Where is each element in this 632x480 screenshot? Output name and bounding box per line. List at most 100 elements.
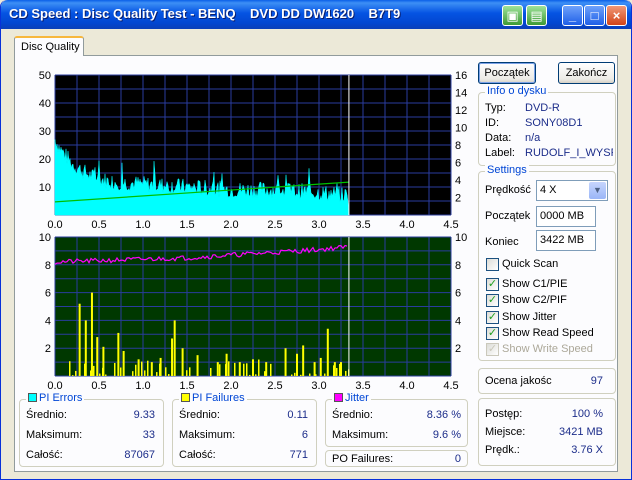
x-tick-label: 2.5 (267, 219, 282, 231)
y-tick-label-right: 10 (455, 123, 467, 135)
pif-bar (252, 359, 254, 376)
y-tick-label-left: 40 (39, 98, 51, 110)
x-tick-label: 2.0 (223, 380, 238, 392)
quality-value: 97 (590, 375, 603, 387)
quick-scan-label[interactable]: Quick Scan (502, 258, 558, 270)
quick-scan-checkbox[interactable] (486, 258, 499, 271)
show-checkbox-label[interactable]: Show Jitter (502, 311, 556, 323)
close-button[interactable]: × (606, 5, 627, 26)
pif-bar (181, 348, 184, 376)
show-checkbox-label[interactable]: Show C2/PIF (502, 294, 567, 306)
pif-noise-bar (246, 363, 248, 376)
stat-value: 6 (301, 429, 308, 441)
pif-noise-bar (105, 374, 107, 376)
disc-info-legend: Info o dysku (485, 85, 549, 97)
po-failures-label: PO Failures: (332, 453, 394, 465)
minimize-button[interactable]: _ (562, 5, 583, 26)
pif-noise-bar (270, 363, 272, 376)
app-window: CD Speed : Disc Quality Test - BENQ DVD … (0, 0, 632, 480)
x-tick-label: 4.0 (399, 219, 414, 231)
stat-value: 33 (142, 429, 155, 441)
pif-noise-bar (168, 374, 170, 376)
pi-failures-swatch (181, 393, 190, 402)
maximize-button[interactable]: □ (584, 5, 605, 26)
show-checkbox-label[interactable]: Show Read Speed (502, 327, 594, 339)
pif-bar (296, 353, 298, 376)
y-tick-label-left: 30 (39, 126, 51, 138)
x-tick-label: 4.0 (399, 380, 414, 392)
pif-bar (84, 320, 87, 376)
jitter-legend: Jitter (332, 392, 371, 404)
pif-bar (265, 362, 268, 376)
x-tick-label: 0.5 (91, 219, 106, 231)
show-checkbox-label[interactable]: Show C1/PIE (502, 278, 567, 290)
y-tick-label-right: 12 (455, 105, 467, 117)
x-tick-label: 4.5 (443, 219, 458, 231)
show-checkbox[interactable]: ✓ (486, 326, 499, 340)
pif-noise-bar (336, 368, 338, 376)
y-tick-label-right: 8 (455, 140, 461, 152)
start-mb-label: Początek (485, 210, 531, 222)
x-tick-label: 3.0 (311, 380, 326, 392)
y-tick-label-left: 4 (45, 315, 51, 327)
pif-noise-bar (210, 367, 212, 376)
pif-noise-bar (228, 361, 230, 376)
y-tick-label-left: 2 (45, 343, 51, 355)
save-icon[interactable]: ▤ (526, 5, 547, 26)
pif-noise-bar (75, 370, 77, 376)
y-tick-label-right: 16 (455, 70, 467, 82)
pif-noise-bar (165, 367, 167, 376)
x-tick-label: 3.5 (355, 219, 370, 231)
pif-bar (150, 362, 153, 376)
stat-label: Całość: (26, 449, 63, 461)
pif-bar (216, 362, 219, 376)
pif-bar (302, 345, 305, 376)
end-mb-input[interactable]: 3422 MB (536, 230, 596, 251)
y-tick-label-left: 50 (39, 70, 51, 82)
speed-select[interactable]: 4 X ▼ (536, 180, 608, 201)
pif-noise-bar (309, 373, 311, 376)
start-button[interactable]: Początek (478, 62, 536, 84)
tab-disc-quality[interactable]: Disc Quality (14, 36, 84, 56)
show-checkbox[interactable]: ✓ (486, 294, 499, 308)
pif-bar (333, 362, 336, 376)
show-checkbox[interactable]: ✓ (486, 278, 499, 291)
pif-bar (90, 292, 93, 376)
pif-noise-bar (258, 359, 260, 376)
pif-noise-bar (144, 370, 146, 376)
pif-bar (326, 328, 329, 376)
pi-errors-swatch (28, 393, 37, 402)
stat-value: 9.6 % (432, 429, 461, 441)
charts-area: 0.0 0.5 1.0 1.5 2.0 2.5 3.0 3.5 4.0 4.51020304050… (39, 70, 468, 392)
pif-noise-bar (291, 374, 293, 376)
pi-failures-legend: PI Failures (179, 392, 247, 404)
stat-label: Średnio: (332, 409, 373, 421)
show-checkbox[interactable]: ✓ (486, 310, 499, 324)
x-tick-label: 1.5 (179, 219, 194, 231)
pif-bar (173, 320, 176, 376)
progress-value: 3.76 X (571, 444, 603, 456)
pif-noise-bar (69, 361, 71, 376)
pif-noise-bar (93, 365, 95, 376)
copy-icon[interactable]: ▣ (502, 5, 523, 26)
disc-info-value: DVD-R (525, 102, 560, 114)
chevron-down-icon[interactable]: ▼ (589, 182, 606, 199)
pif-bar (313, 362, 316, 376)
end-mb-label: Koniec (485, 236, 519, 248)
pif-bar (102, 346, 105, 376)
show-checkbox-label: Show Write Speed (502, 343, 593, 356)
pif-bar (171, 338, 174, 376)
pif-bar (78, 303, 81, 376)
end-button[interactable]: Zakończ (558, 62, 615, 84)
start-mb-input[interactable]: 0000 MB (536, 206, 596, 227)
x-tick-label: 2.0 (223, 219, 238, 231)
x-tick-label: 0.0 (47, 219, 62, 231)
pif-bar (196, 355, 199, 376)
y-tick-label-right: 14 (455, 88, 467, 100)
pif-noise-bar (255, 374, 257, 376)
pif-bar (340, 362, 342, 376)
pif-noise-bar (135, 364, 137, 376)
pif-noise-bar (120, 367, 122, 376)
stat-value: 771 (289, 449, 308, 461)
disc-info-label: ID: (485, 117, 500, 129)
